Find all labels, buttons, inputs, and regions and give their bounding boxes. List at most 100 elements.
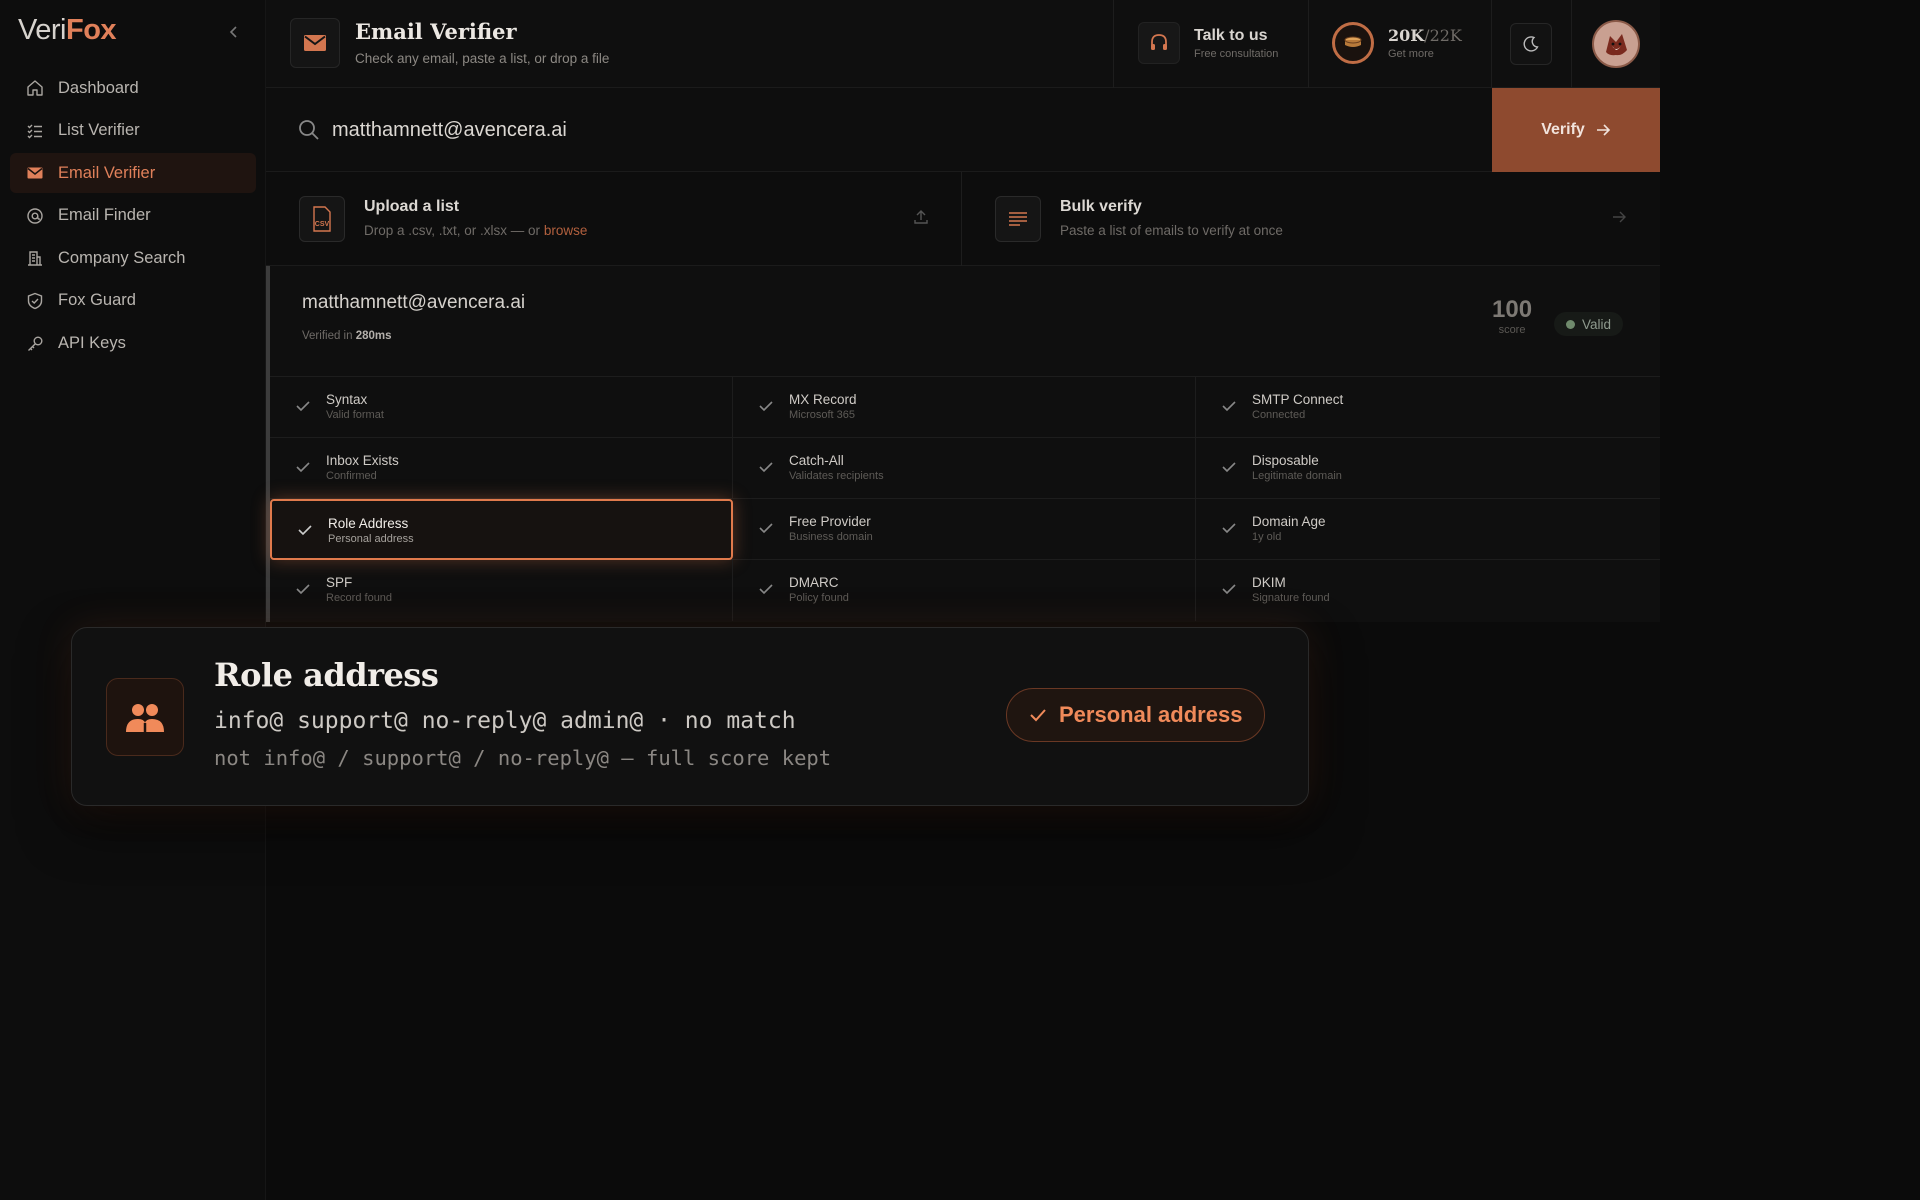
check-title: Role Address [328,516,409,531]
arrow-right-icon [1613,211,1626,223]
check-detail: Connected [1252,409,1306,421]
talk-subtitle: Free consultation [1194,47,1279,60]
check-icon [759,401,773,412]
talk-to-us-button[interactable]: Talk to us Free consultation [1138,22,1278,64]
sidebar-item-company-search[interactable]: Company Search [10,238,256,278]
check-detail: Signature found [1252,592,1330,604]
check-detail: Legitimate domain [1252,470,1342,482]
check-detail: Policy found [789,592,849,604]
check-title: SMTP Connect [1252,392,1344,407]
status-dot [1566,319,1575,329]
check-title: Domain Age [1252,514,1326,529]
fox-avatar-icon [1594,22,1638,66]
check-detail: Microsoft 365 [789,409,856,421]
detail-line-2: not info@ / support@ / no-reply@ — full … [214,746,832,770]
theme-toggle-button[interactable] [1510,23,1552,65]
talk-title: Talk to us [1194,26,1268,44]
check-title: Disposable [1252,453,1319,468]
verified-time: Verified in 280ms [302,330,392,342]
headset-icon [1138,22,1180,64]
badge-label: Personal address [1059,702,1243,727]
upload-sub-prefix: Drop a .csv, .txt, or .xlsx — or [364,223,541,238]
check-detail: Validates recipients [789,470,884,482]
check-detail: 1y old [1252,531,1282,543]
verification-result: matthamnett@avencera.ai Verified in 280m… [266,266,1660,622]
result-email: matthamnett@avencera.ai [302,292,526,313]
input-options: CSV Upload a list Drop a .csv, .txt, or … [266,172,1660,266]
logo[interactable]: VeriFox [18,14,117,47]
sidebar-item-label: Company Search [58,248,186,267]
upload-title: Upload a list [364,198,460,215]
check-catch-all[interactable]: Catch-All Validates recipients [733,438,1196,499]
sidebar-item-label: Email Verifier [58,163,156,182]
sidebar-item-api-keys[interactable]: API Keys [10,324,256,364]
check-role-address[interactable]: Role Address Personal address [270,499,733,560]
checks-row: SPF Record found DMARC Policy found DKIM Si… [270,559,1660,621]
check-icon [1222,584,1236,595]
bulk-verify-tile[interactable]: Bulk verify Paste a list of emails to ve… [962,172,1660,266]
chevron-left-icon [229,26,237,38]
divider [1571,0,1572,88]
sidebar-item-fox-guard[interactable]: Fox Guard [10,281,256,321]
check-domain-age[interactable]: Domain Age 1y old [1196,499,1659,560]
sidebar-item-label: API Keys [58,334,126,353]
home-icon [24,77,46,99]
check-icon [296,584,310,595]
check-free-provider[interactable]: Free Provider Business domain [733,499,1196,560]
browse-link[interactable]: browse [544,223,588,238]
sidebar-item-email-verifier[interactable]: Email Verifier [10,153,256,194]
check-spf[interactable]: SPF Record found [270,560,733,621]
check-icon [298,525,312,536]
collapse-sidebar-button[interactable] [224,22,244,42]
check-syntax[interactable]: Syntax Valid format [270,377,733,438]
check-icon [1222,401,1236,412]
check-title: Free Provider [789,514,871,529]
check-dkim[interactable]: DKIM Signature found [1196,560,1659,621]
checks-row: Role Address Personal address Free Provid… [270,498,1660,560]
checks-row: Inbox Exists Confirmed Catch-All Validates… [270,437,1660,499]
check-title: DMARC [789,575,839,590]
divider [1491,0,1492,88]
page-header: Email Verifier Check any email, paste a … [266,0,1660,88]
credits-used: 20K [1388,26,1425,45]
verify-button-label: Verify [1541,121,1585,138]
mail-icon [24,162,46,184]
check-icon [759,462,773,473]
sidebar-item-dashboard[interactable]: Dashboard [10,68,256,108]
check-icon [1222,462,1236,473]
logo-part1: Veri [18,14,66,46]
sidebar-item-email-finder[interactable]: Email Finder [10,196,256,236]
check-icon [296,462,310,473]
check-smtp-connect[interactable]: SMTP Connect Connected [1196,377,1659,438]
check-inbox-exists[interactable]: Inbox Exists Confirmed [270,438,733,499]
bulk-subtitle: Paste a list of emails to verify at once [1060,223,1283,238]
search-bar: Verify [266,88,1660,172]
page-subtitle: Check any email, paste a list, or drop a… [355,51,610,66]
verify-button[interactable]: Verify [1492,88,1660,172]
upload-list-tile[interactable]: CSV Upload a list Drop a .csv, .txt, or … [266,172,962,266]
sidebar-item-label: List Verifier [58,121,140,140]
app-root: VeriFox Dashboard List Verifier Email Ve… [0,0,1920,1200]
score-block: 100 score [1492,296,1532,336]
verified-prefix: Verified in [302,330,353,342]
credits-count: 20K/22K [1388,26,1462,45]
credits-max: /22K [1424,26,1462,45]
sidebar-item-list-verifier[interactable]: List Verifier [10,111,256,151]
avatar[interactable] [1592,20,1640,68]
score-value: 100 [1492,296,1533,323]
sidebar-item-label: Dashboard [58,78,139,97]
check-dmarc[interactable]: DMARC Policy found [733,560,1196,621]
at-icon [24,205,46,227]
check-disposable[interactable]: Disposable Legitimate domain [1196,438,1659,499]
email-input[interactable] [332,110,1432,150]
credits-widget[interactable]: 20K/22K Get more [1332,22,1462,64]
check-title: Catch-All [789,453,844,468]
building-icon [24,247,46,269]
check-icon [759,523,773,534]
check-detail: Valid format [326,409,384,421]
sidebar-nav: Dashboard List Verifier Email Verifier E… [10,68,256,366]
sidebar-item-label: Email Finder [58,206,151,225]
check-mx-record[interactable]: MX Record Microsoft 365 [733,377,1196,438]
check-detail: Confirmed [326,470,377,482]
check-title: DKIM [1252,575,1286,590]
